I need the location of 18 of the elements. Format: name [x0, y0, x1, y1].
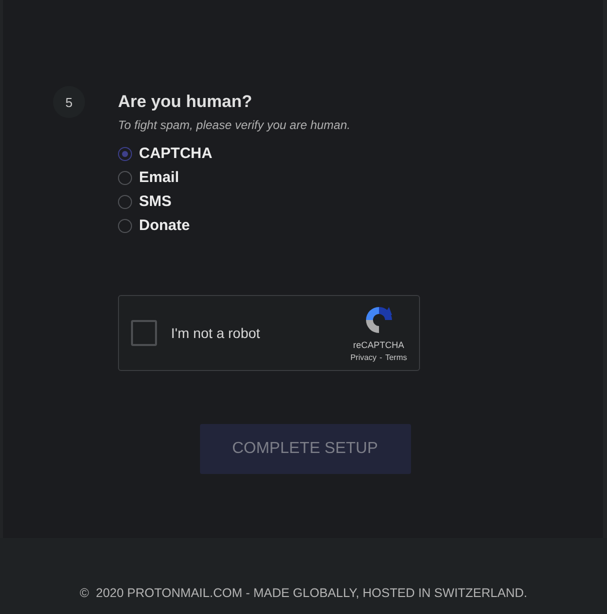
step-title: Are you human? — [118, 92, 254, 112]
verification-option[interactable]: Email — [118, 168, 420, 187]
radio-button[interactable] — [118, 146, 132, 160]
privacy-link[interactable]: Privacy — [350, 353, 377, 362]
verification-option[interactable]: CAPTCHA — [118, 144, 420, 163]
step-subtitle: To fight spam, please verify you are human. — [118, 118, 352, 132]
footer-text: © 2020 PROTONMAIL.COM - MADE GLOBALLY, HOSTED IN SWITZERLAND. — [80, 586, 528, 600]
radio-button[interactable] — [118, 194, 132, 208]
recaptcha-brand: reCAPTCHA — [353, 340, 404, 350]
step-number: 5 — [53, 86, 85, 118]
radio-button[interactable] — [118, 218, 132, 232]
link-separator: - — [380, 353, 382, 362]
terms-link[interactable]: Terms — [385, 353, 407, 362]
checkbox[interactable] — [131, 320, 157, 346]
radio-button[interactable] — [118, 170, 132, 184]
verification-option[interactable]: SMS — [118, 192, 420, 211]
checkbox-label: I'm not a robot — [171, 325, 262, 341]
verification-option[interactable]: Donate — [118, 216, 420, 235]
